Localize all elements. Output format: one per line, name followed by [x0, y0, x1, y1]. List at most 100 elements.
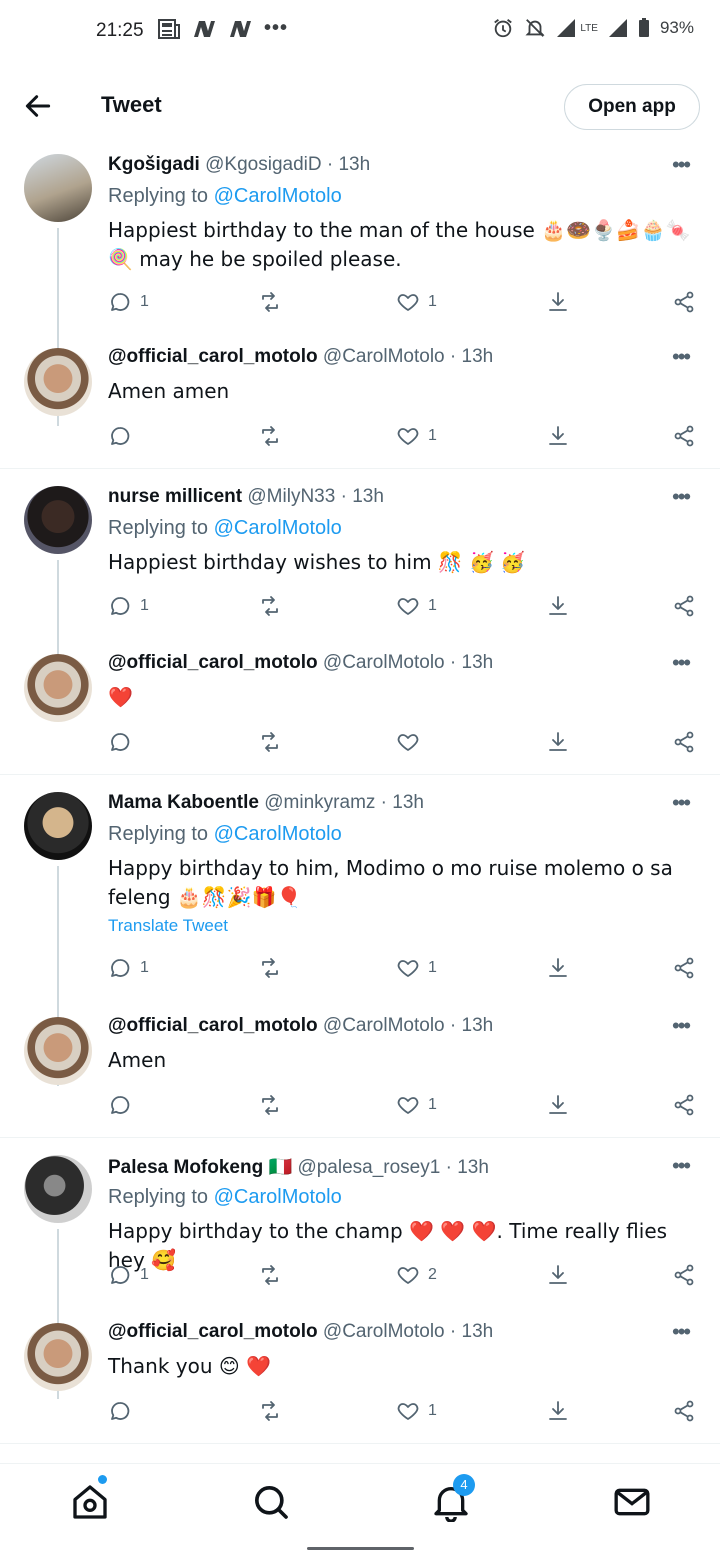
avatar[interactable]	[24, 654, 92, 722]
retweet-button[interactable]	[258, 1093, 282, 1117]
tweet[interactable]: Kgošigadi @KgosigadiD · 13h ••• Replying …	[0, 148, 720, 426]
download-button[interactable]	[546, 1399, 570, 1423]
retweet-button[interactable]	[258, 424, 282, 448]
share-button[interactable]	[672, 1399, 696, 1423]
reply-button[interactable]: 1	[108, 1263, 149, 1287]
display-name[interactable]: @official_carol_motolo	[108, 1321, 318, 1342]
replying-to-handle[interactable]: @CarolMotolo	[214, 185, 342, 207]
retweet-button[interactable]	[258, 1263, 282, 1287]
like-heart-icon	[397, 294, 419, 311]
tweet[interactable]: nurse millicent @MilyN33 · 13h ••• Replyi…	[0, 480, 720, 720]
tweet[interactable]: Palesa Mofokeng 🇮🇹 @palesa_rosey1 · 13h …	[0, 1149, 720, 1399]
tweet[interactable]: @official_carol_motolo @CarolMotolo · 13…	[0, 646, 720, 774]
like-button[interactable]: 2	[396, 1263, 437, 1287]
like-button[interactable]: 1	[396, 956, 437, 980]
back-arrow-icon[interactable]	[22, 90, 54, 122]
avatar[interactable]	[24, 1323, 92, 1391]
home-icon[interactable]	[70, 1482, 110, 1522]
open-app-button[interactable]: Open app	[564, 84, 700, 130]
like-button[interactable]: 1	[396, 1093, 437, 1117]
reply-button[interactable]: 1	[108, 290, 149, 314]
tweet[interactable]: @official_carol_motolo @CarolMotolo · 13…	[0, 1009, 720, 1137]
reply-button[interactable]: 1	[108, 594, 149, 618]
display-name[interactable]: nurse millicent	[108, 486, 242, 507]
user-handle[interactable]: @minkyramz	[264, 792, 375, 813]
tweet[interactable]: @official_carol_motolo @CarolMotolo · 13…	[0, 1315, 720, 1443]
replying-to-handle[interactable]: @CarolMotolo	[214, 517, 342, 539]
display-name[interactable]: @official_carol_motolo	[108, 1015, 318, 1036]
avatar[interactable]	[24, 486, 92, 554]
replying-to-handle[interactable]: @CarolMotolo	[214, 1186, 342, 1208]
tweet-header: @official_carol_motolo @CarolMotolo · 13…	[108, 1321, 493, 1343]
share-button[interactable]	[672, 1093, 696, 1117]
user-handle[interactable]: @MilyN33	[247, 486, 335, 507]
retweet-button[interactable]	[258, 1399, 282, 1423]
more-options-icon[interactable]: •••	[672, 650, 691, 676]
download-button[interactable]	[546, 290, 570, 314]
messages-envelope-icon[interactable]	[612, 1482, 652, 1522]
reply-button[interactable]	[108, 730, 140, 754]
like-button[interactable]	[396, 730, 428, 754]
tweet[interactable]: Mama Kaboentle @minkyramz · 13h ••• Reply…	[0, 786, 720, 1086]
retweet-button[interactable]	[258, 290, 282, 314]
display-name[interactable]: @official_carol_motolo	[108, 652, 318, 673]
download-button[interactable]	[546, 956, 570, 980]
tweet[interactable]: @official_carol_motolo @CarolMotolo · 13…	[0, 340, 720, 468]
share-button[interactable]	[672, 290, 696, 314]
user-handle[interactable]: @palesa_rosey1	[297, 1157, 440, 1178]
reply-button[interactable]	[108, 1399, 140, 1423]
avatar[interactable]	[24, 348, 92, 416]
tweet-text: Amen	[108, 1048, 167, 1072]
user-handle[interactable]: @CarolMotolo	[323, 346, 445, 367]
download-button[interactable]	[546, 1093, 570, 1117]
tweet-header: @official_carol_motolo @CarolMotolo · 13…	[108, 1015, 493, 1037]
retweet-icon	[262, 596, 278, 616]
download-button[interactable]	[546, 1263, 570, 1287]
more-options-icon[interactable]: •••	[672, 152, 691, 178]
more-options-icon[interactable]: •••	[672, 344, 691, 370]
more-options-icon[interactable]: •••	[672, 1153, 691, 1179]
user-handle[interactable]: @CarolMotolo	[323, 652, 445, 673]
share-button[interactable]	[672, 424, 696, 448]
avatar[interactable]	[24, 154, 92, 222]
more-options-icon[interactable]: •••	[672, 484, 691, 510]
reply-button[interactable]: 1	[108, 956, 149, 980]
replying-to-label: Replying to	[108, 1186, 209, 1208]
display-name[interactable]: Mama Kaboentle	[108, 792, 259, 813]
like-button[interactable]: 1	[396, 290, 437, 314]
reply-button[interactable]	[108, 424, 140, 448]
more-options-icon[interactable]: •••	[672, 1319, 691, 1345]
download-icon	[549, 292, 567, 311]
reply-count: 1	[140, 1266, 149, 1283]
user-handle[interactable]: @CarolMotolo	[323, 1015, 445, 1036]
share-button[interactable]	[672, 594, 696, 618]
user-handle[interactable]: @CarolMotolo	[323, 1321, 445, 1342]
display-name[interactable]: @official_carol_motolo	[108, 346, 318, 367]
share-button[interactable]	[672, 956, 696, 980]
status-time: 21:25	[96, 20, 144, 41]
translate-tweet-link[interactable]: Translate Tweet	[108, 916, 228, 936]
retweet-icon	[262, 426, 278, 446]
reply-button[interactable]	[108, 1093, 140, 1117]
like-button[interactable]: 1	[396, 594, 437, 618]
download-button[interactable]	[546, 424, 570, 448]
retweet-button[interactable]	[258, 730, 282, 754]
retweet-button[interactable]	[258, 594, 282, 618]
search-icon[interactable]	[251, 1482, 291, 1522]
more-options-icon[interactable]: •••	[672, 1013, 691, 1039]
share-button[interactable]	[672, 1263, 696, 1287]
display-name[interactable]: Kgošigadi	[108, 154, 200, 175]
like-button[interactable]: 1	[396, 1399, 437, 1423]
download-button[interactable]	[546, 730, 570, 754]
avatar[interactable]	[24, 1155, 92, 1223]
user-handle[interactable]: @KgosigadiD	[205, 154, 321, 175]
retweet-button[interactable]	[258, 956, 282, 980]
avatar[interactable]	[24, 792, 92, 860]
display-name[interactable]: Palesa Mofokeng 🇮🇹	[108, 1157, 292, 1178]
more-options-icon[interactable]: •••	[672, 790, 691, 816]
download-button[interactable]	[546, 594, 570, 618]
avatar[interactable]	[24, 1017, 92, 1085]
like-button[interactable]: 1	[396, 424, 437, 448]
replying-to-handle[interactable]: @CarolMotolo	[214, 823, 342, 845]
share-button[interactable]	[672, 730, 696, 754]
